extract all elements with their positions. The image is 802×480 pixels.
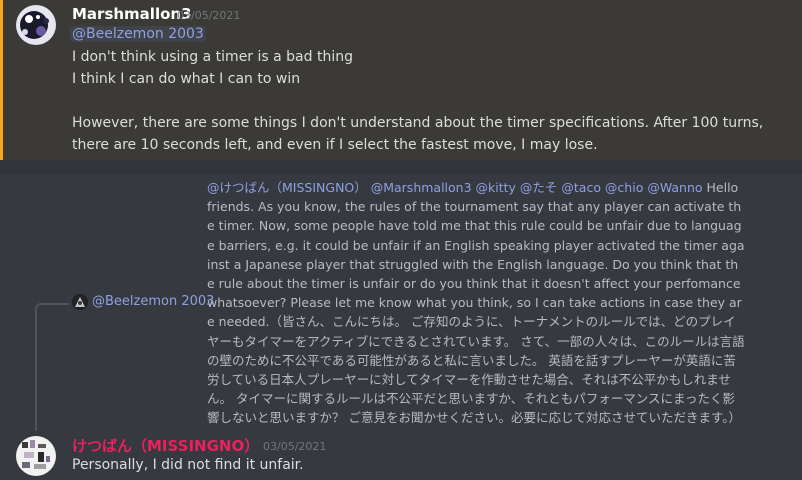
beelzemon-avatar-icon — [72, 294, 88, 310]
message-timestamp: 03/05/2021 — [177, 9, 241, 22]
reply-author-mention[interactable]: @Beelzemon 2003 — [92, 294, 214, 309]
message-divider — [0, 160, 802, 174]
user-mention[interactable]: @Beelzemon 2003 — [70, 26, 206, 42]
message-line: Personally, I did not find it unfair. — [72, 457, 304, 473]
quoted-japanese-text: （皆さん、こんにちは。 ご存知のように、トーナメントのルールでは、どのプレイヤー… — [207, 314, 745, 426]
message-line-4: there are 10 seconds left, and even if I… — [72, 137, 598, 153]
message-line-3: However, there are some things I don't u… — [72, 115, 764, 131]
message-author[interactable]: Marshmallon3 — [72, 5, 192, 23]
message-line-1: I don't think using a timer is a bad thi… — [72, 49, 353, 65]
quoted-english-text: Hello friends. As you know, the rules of… — [207, 180, 745, 330]
message-timestamp: 03/05/2021 — [263, 440, 327, 453]
message-author[interactable]: けつばん（MISSINGNO） — [72, 435, 259, 456]
mention-highlight-bar — [0, 0, 3, 160]
replied-message-preview[interactable]: @けつばん（MISSINGNO） @Marshmallon3 @kitty @た… — [207, 178, 745, 428]
avatar[interactable] — [16, 436, 56, 476]
quoted-mentions[interactable]: @けつばん（MISSINGNO） @Marshmallon3 @kitty @た… — [207, 180, 703, 195]
missingno-avatar-icon — [16, 436, 56, 476]
reply-avatar[interactable] — [72, 294, 88, 310]
reply-spine — [35, 303, 69, 431]
marshmallon3-avatar-icon — [16, 5, 56, 45]
message-line-2: I think I can do what I can to win — [72, 71, 301, 87]
avatar[interactable] — [16, 5, 56, 45]
